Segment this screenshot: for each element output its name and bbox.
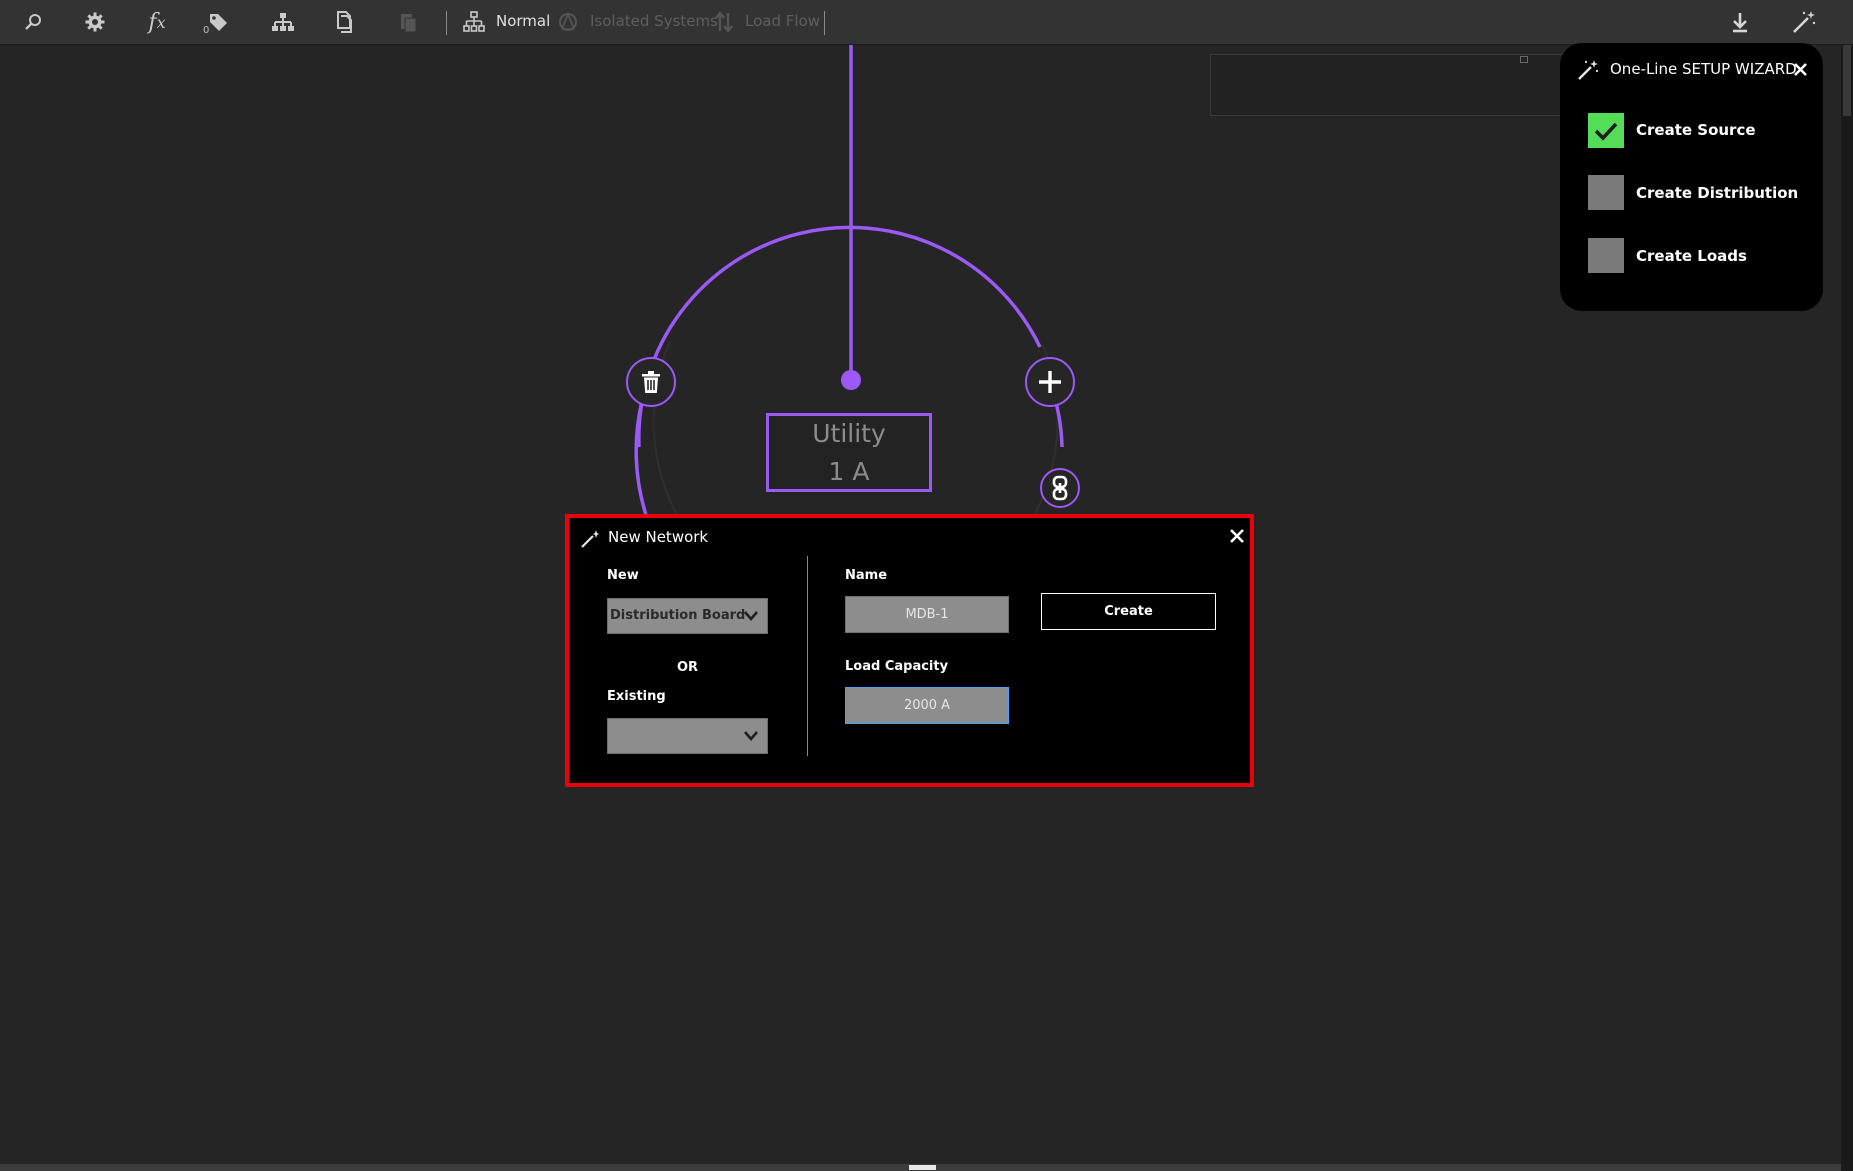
search-icon[interactable] <box>18 8 48 36</box>
chevron-down-icon <box>744 611 758 621</box>
top-toolbar: fx 0 Normal Isolated Systems Load Flow <box>0 0 1853 45</box>
close-icon[interactable] <box>1229 528 1245 548</box>
wizard-title: One-Line SETUP WIZARD <box>1610 60 1797 78</box>
toolbar-divider <box>824 11 825 35</box>
horizontal-scrollbar[interactable] <box>0 1164 1841 1171</box>
trash-icon <box>642 371 660 393</box>
load-capacity-field[interactable] <box>845 687 1009 724</box>
name-label: Name <box>845 568 888 583</box>
create-button[interactable]: Create <box>1041 593 1216 630</box>
add-node-button[interactable] <box>1025 357 1075 407</box>
magic-wand-icon <box>1577 59 1599 85</box>
or-label: OR <box>677 660 699 675</box>
paste-icon <box>393 8 423 36</box>
existing-network-dropdown[interactable] <box>607 718 768 754</box>
minimize-marker <box>1520 56 1528 63</box>
utility-source-node[interactable]: Utility 1 A <box>766 413 932 492</box>
create-distribution-label: Create Distribution <box>1636 184 1799 202</box>
horizontal-scroll-thumb[interactable] <box>909 1165 936 1170</box>
link-node-button[interactable] <box>1040 468 1080 508</box>
new-type-value: Distribution Board <box>610 608 746 623</box>
settings-gear-icon[interactable] <box>80 8 110 36</box>
new-type-dropdown[interactable]: Distribution Board <box>607 598 768 634</box>
vertical-scroll-thumb[interactable] <box>1843 45 1851 116</box>
hierarchy-icon[interactable] <box>268 8 298 36</box>
load-capacity-label: Load Capacity <box>845 659 949 674</box>
mode-isolated-systems-label: Isolated Systems <box>590 12 718 30</box>
magic-wand-icon[interactable] <box>1789 8 1819 36</box>
chain-link-icon <box>1052 475 1068 501</box>
mode-normal-label[interactable]: Normal <box>496 12 550 30</box>
node-rating: 1 A <box>828 456 870 486</box>
isolated-systems-icon <box>553 8 583 36</box>
network-diagram-icon[interactable] <box>459 8 489 36</box>
setup-wizard-panel: One-Line SETUP WIZARD Create Source Crea… <box>1560 43 1823 311</box>
formula-fx-icon[interactable]: fx <box>142 8 172 36</box>
copy-pages-icon[interactable] <box>330 8 360 36</box>
chevron-down-icon <box>744 731 758 741</box>
checkmark-icon <box>1594 122 1618 141</box>
create-source-label: Create Source <box>1636 121 1756 139</box>
plus-icon <box>1039 371 1061 393</box>
create-distribution-checkbox[interactable] <box>1588 175 1624 210</box>
create-loads-checkbox[interactable] <box>1588 238 1624 273</box>
name-field[interactable] <box>845 596 1009 633</box>
magic-wand-icon <box>580 529 600 553</box>
mode-load-flow-label: Load Flow <box>745 12 820 30</box>
tag-count: 0 <box>203 25 210 36</box>
properties-placeholder-panel <box>1210 54 1565 116</box>
load-flow-arrows-icon <box>709 8 739 36</box>
node-name: Utility <box>812 418 886 448</box>
toolbar-divider <box>446 11 447 35</box>
vertical-scrollbar[interactable] <box>1841 45 1853 1171</box>
download-icon[interactable] <box>1725 8 1755 36</box>
existing-label: Existing <box>607 689 666 704</box>
close-icon[interactable] <box>1793 62 1808 81</box>
delete-node-button[interactable] <box>626 357 676 407</box>
column-divider <box>807 556 808 756</box>
dialog-title: New Network <box>608 528 709 546</box>
new-network-dialog: New Network New Distribution Board OR Ex… <box>565 514 1254 787</box>
create-source-checkbox[interactable] <box>1588 113 1624 148</box>
create-loads-label: Create Loads <box>1636 247 1747 265</box>
new-label: New <box>607 568 639 583</box>
